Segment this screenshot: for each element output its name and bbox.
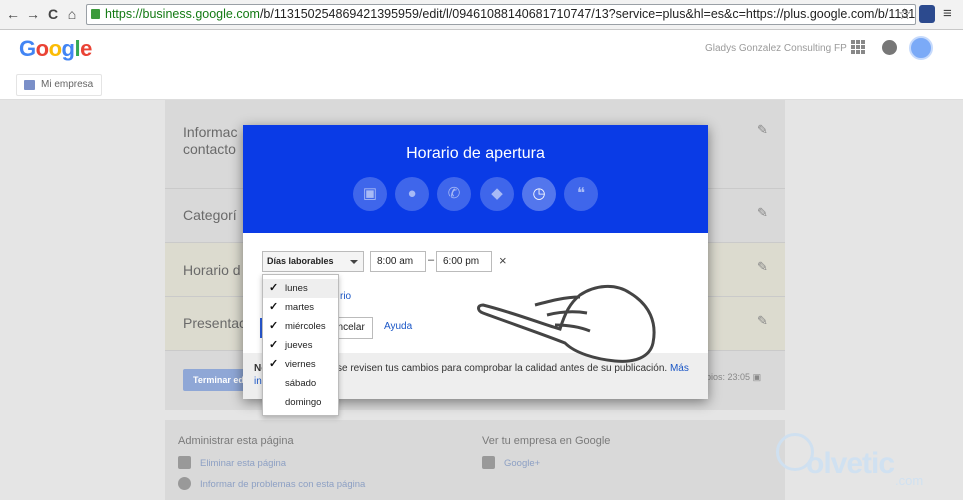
business-icon: [24, 80, 35, 90]
footer-card: Administrar esta página Eliminar esta pá…: [165, 420, 785, 500]
home-icon[interactable]: ⌂: [63, 5, 81, 23]
delete-page-link[interactable]: Eliminar esta página: [178, 456, 287, 469]
apps-grid-icon[interactable]: [851, 40, 865, 54]
day-option-sabado[interactable]: sábado: [263, 374, 338, 393]
view-heading: Ver tu empresa en Google: [482, 435, 611, 447]
phone-icon[interactable]: ✆: [437, 177, 471, 211]
lock-icon: [91, 9, 100, 19]
dialog-header: Horario de apertura ▣ ● ✆ ◆ ◷ ❝: [243, 125, 708, 233]
google-plus-label: Google+: [504, 458, 541, 469]
checkmark-icon: ✓: [269, 339, 279, 351]
google-logo[interactable]: Google: [19, 36, 92, 62]
manage-heading: Administrar esta página: [178, 435, 294, 447]
reload-icon[interactable]: C: [44, 5, 62, 23]
back-arrow-icon[interactable]: ←: [4, 5, 22, 23]
forward-arrow-icon[interactable]: →: [24, 5, 42, 23]
delete-page-label: Eliminar esta página: [200, 458, 287, 469]
section-label: Presentac: [183, 315, 247, 331]
more-info-link[interactable]: Más: [670, 363, 689, 374]
report-problem-link[interactable]: Informar de problemas con esta página: [178, 477, 366, 490]
url-host: https://business.google.com: [105, 7, 260, 21]
address-bar[interactable]: https://business.google.com/b/1131502548…: [86, 4, 916, 25]
contact-card-icon[interactable]: ▣: [353, 177, 387, 211]
checkmark-icon: ✓: [269, 282, 279, 294]
url-path: /b/113150254869421395959/edit/l/09461088…: [259, 7, 916, 21]
account-name[interactable]: Gladys Gonzalez Consulting FP: [705, 43, 847, 54]
info-icon: [178, 477, 191, 490]
saved-status: bios: 23:05 ▣: [706, 372, 762, 382]
browser-menu-icon[interactable]: ≡: [943, 5, 952, 22]
browser-toolbar: ← → C ⌂ https://business.google.com/b/11…: [0, 0, 963, 30]
notifications-icon[interactable]: [882, 40, 897, 55]
location-pin-icon[interactable]: ●: [395, 177, 429, 211]
tag-icon[interactable]: ◆: [480, 177, 514, 211]
day-option-viernes[interactable]: ✓ viernes: [263, 355, 338, 374]
checkmark-icon: ✓: [269, 301, 279, 313]
checkmark-icon: ✓: [269, 320, 279, 332]
trash-icon: [178, 456, 191, 469]
pointing-hand-icon: [477, 285, 656, 363]
google-plus-icon: [482, 456, 495, 469]
avatar[interactable]: [909, 36, 933, 60]
edit-pencil-icon[interactable]: ✎: [757, 205, 768, 221]
watermark-suffix: .com: [895, 473, 924, 488]
report-problem-label: Informar de problemas con esta página: [200, 479, 366, 490]
my-business-button[interactable]: Mi empresa: [16, 74, 103, 96]
day-option-martes[interactable]: ✓ martes: [263, 298, 338, 317]
extension-icon[interactable]: [919, 5, 935, 23]
days-dropdown-list: ✓ lunes ✓ martes ✓ miércoles ✓ jueves ✓ viern…: [262, 274, 339, 416]
save-disk-icon: ▣: [752, 372, 762, 382]
dialog-title: Horario de apertura: [406, 145, 545, 162]
notice-text: se revisen tus cambios para comprobar la…: [337, 363, 668, 374]
day-option-jueves[interactable]: ✓ jueves: [263, 336, 338, 355]
days-select-value: Días laborables: [267, 256, 334, 266]
open-time-input[interactable]: 8:00 am: [370, 251, 426, 272]
day-option-domingo[interactable]: domingo: [263, 393, 338, 412]
edit-pencil-icon[interactable]: ✎: [757, 122, 768, 138]
edit-pencil-icon[interactable]: ✎: [757, 259, 768, 275]
time-separator: –: [428, 254, 435, 266]
section-label: Categorí: [183, 207, 237, 223]
day-option-miercoles[interactable]: ✓ miércoles: [263, 317, 338, 336]
bookmark-star-icon[interactable]: ☆: [898, 5, 911, 23]
breadcrumb-label: Mi empresa: [41, 79, 94, 90]
day-option-lunes[interactable]: ✓ lunes: [263, 279, 338, 298]
add-hours-link[interactable]: rio: [340, 291, 351, 302]
checkmark-icon: ✓: [269, 358, 279, 370]
section-label: Horario d: [183, 262, 241, 278]
close-time-input[interactable]: 6:00 pm: [436, 251, 492, 272]
edit-pencil-icon[interactable]: ✎: [757, 313, 768, 329]
section-label: contacto: [183, 141, 236, 157]
quote-icon[interactable]: ❝: [564, 177, 598, 211]
watermark-text: olvetic: [806, 447, 895, 480]
sub-toolbar: [0, 70, 963, 100]
google-plus-link[interactable]: Google+: [482, 456, 541, 469]
remove-hours-icon[interactable]: ×: [499, 253, 507, 268]
clock-icon[interactable]: ◷: [522, 177, 556, 211]
notice-partial: in: [254, 376, 262, 387]
section-label: Informac: [183, 124, 238, 140]
dropdown-caret-icon: [350, 260, 358, 264]
help-link[interactable]: Ayuda: [384, 321, 412, 332]
days-select[interactable]: Días laborables: [262, 251, 364, 272]
